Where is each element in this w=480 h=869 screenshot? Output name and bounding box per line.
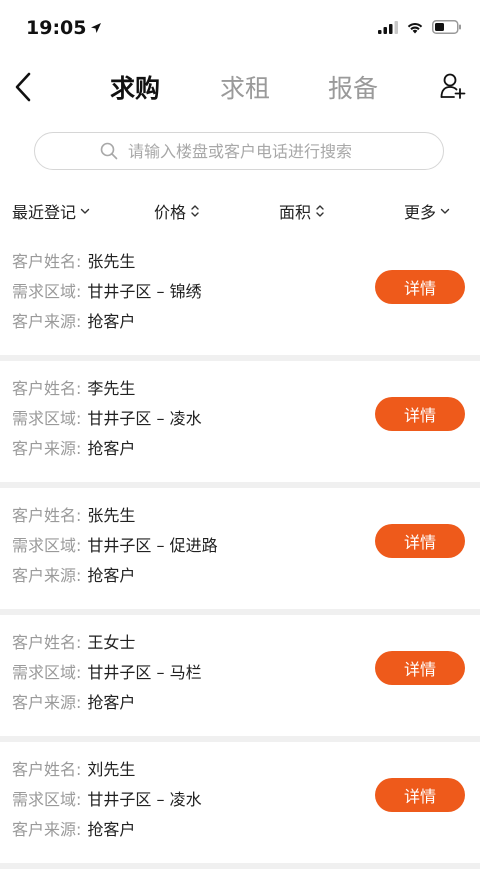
tab-rent[interactable]: 求租 — [220, 69, 270, 105]
detail-button[interactable]: 详情 — [375, 397, 465, 431]
customer-source-label: 客户来源: — [12, 439, 82, 458]
customer-name-label: 客户姓名: — [12, 633, 82, 652]
customer-source: 抢客户 — [87, 312, 136, 331]
customer-source-label: 客户来源: — [12, 566, 82, 585]
tab-buy[interactable]: 求购 — [110, 69, 160, 105]
customer-name: 李先生 — [87, 379, 136, 398]
customer-name-label: 客户姓名: — [12, 760, 82, 779]
customer-name-row: 客户姓名: 张先生 — [12, 248, 135, 272]
customer-source-row: 客户来源: 抢客户 — [12, 435, 135, 459]
customer-name: 刘先生 — [87, 760, 136, 779]
filter-recent-registered[interactable]: 最近登记 — [12, 199, 90, 223]
customer-name-label: 客户姓名: — [12, 252, 82, 271]
customer-source: 抢客户 — [87, 566, 136, 585]
customer-card: 客户姓名: 李先生 需求区域: 甘井子区 – 凌水 客户来源: 抢客户 详情 — [0, 361, 480, 488]
filter-recent-label: 最近登记 — [12, 203, 77, 222]
filter-area[interactable]: 面积 — [279, 199, 325, 223]
customer-name: 王女士 — [87, 633, 136, 652]
status-time-text: 19:05 — [26, 17, 87, 39]
demand-area-label: 需求区域: — [12, 790, 82, 809]
tab-report[interactable]: 报备 — [328, 69, 378, 105]
search-box[interactable] — [34, 132, 444, 170]
demand-area-row: 需求区域: 甘井子区 – 凌水 — [12, 405, 202, 429]
back-arrow-icon[interactable] — [10, 70, 34, 104]
demand-area-label: 需求区域: — [12, 663, 82, 682]
filter-price-label: 价格 — [154, 203, 187, 222]
demand-area-label: 需求区域: — [12, 536, 82, 555]
top-nav: 求购 求租 报备 — [0, 60, 480, 114]
customer-card: 客户姓名: 张先生 需求区域: 甘井子区 – 促进路 客户来源: 抢客户 详情 — [0, 488, 480, 615]
detail-button[interactable]: 详情 — [375, 651, 465, 685]
customer-source-row: 客户来源: 抢客户 — [12, 689, 135, 713]
demand-area-row: 需求区域: 甘井子区 – 促进路 — [12, 532, 218, 556]
detail-button[interactable]: 详情 — [375, 778, 465, 812]
sort-icon — [191, 205, 199, 217]
filter-bar: 最近登记 价格 面积 更多 — [0, 194, 480, 226]
demand-area: 甘井子区 – 凌水 — [87, 790, 202, 809]
chevron-down-icon — [440, 208, 450, 214]
demand-area: 甘井子区 – 凌水 — [87, 409, 202, 428]
status-bar: 19:05 — [0, 0, 480, 60]
customer-card: 客户姓名: 张先生 需求区域: 甘井子区 – 锦绣 客户来源: 抢客户 详情 — [0, 234, 480, 361]
customer-name-label: 客户姓名: — [12, 506, 82, 525]
customer-source-label: 客户来源: — [12, 693, 82, 712]
detail-button[interactable]: 详情 — [375, 270, 465, 304]
filter-area-label: 面积 — [279, 203, 312, 222]
sort-icon — [316, 205, 324, 217]
customer-source-label: 客户来源: — [12, 312, 82, 331]
wifi-icon — [407, 22, 423, 33]
location-arrow-icon — [91, 23, 102, 33]
demand-area-row: 需求区域: 甘井子区 – 锦绣 — [12, 278, 202, 302]
customer-source: 抢客户 — [87, 820, 136, 839]
status-icons — [378, 20, 462, 34]
customer-source: 抢客户 — [87, 439, 136, 458]
customer-card: 客户姓名: 王女士 需求区域: 甘井子区 – 马栏 客户来源: 抢客户 详情 — [0, 615, 480, 742]
search-input[interactable] — [128, 141, 378, 161]
customer-name: 张先生 — [87, 506, 136, 525]
detail-button[interactable]: 详情 — [375, 524, 465, 558]
customer-source-row: 客户来源: 抢客户 — [12, 308, 135, 332]
search-icon — [100, 142, 118, 160]
customer-name-row: 客户姓名: 刘先生 — [12, 756, 135, 780]
customer-name-row: 客户姓名: 李先生 — [12, 375, 135, 399]
battery-icon — [432, 20, 461, 34]
customer-name-label: 客户姓名: — [12, 379, 82, 398]
demand-area: 甘井子区 – 马栏 — [87, 663, 202, 682]
chevron-down-icon — [80, 208, 90, 214]
add-user-icon[interactable] — [440, 72, 466, 100]
filter-more-label: 更多 — [404, 203, 437, 222]
customer-source-row: 客户来源: 抢客户 — [12, 562, 135, 586]
customer-list: 客户姓名: 张先生 需求区域: 甘井子区 – 锦绣 客户来源: 抢客户 详情 客… — [0, 234, 480, 869]
filter-more[interactable]: 更多 — [404, 199, 450, 223]
demand-area-label: 需求区域: — [12, 282, 82, 301]
demand-area-label: 需求区域: — [12, 409, 82, 428]
customer-name: 张先生 — [87, 252, 136, 271]
customer-name-row: 客户姓名: 王女士 — [12, 629, 135, 653]
customer-source: 抢客户 — [87, 693, 136, 712]
customer-name-row: 客户姓名: 张先生 — [12, 502, 135, 526]
status-time: 19:05 — [26, 17, 102, 39]
customer-source-row: 客户来源: 抢客户 — [12, 816, 135, 840]
customer-card: 客户姓名: 刘先生 需求区域: 甘井子区 – 凌水 客户来源: 抢客户 详情 — [0, 742, 480, 869]
demand-area: 甘井子区 – 促进路 — [87, 536, 218, 555]
demand-area-row: 需求区域: 甘井子区 – 凌水 — [12, 786, 202, 810]
demand-area-row: 需求区域: 甘井子区 – 马栏 — [12, 659, 202, 683]
customer-source-label: 客户来源: — [12, 820, 82, 839]
demand-area: 甘井子区 – 锦绣 — [87, 282, 202, 301]
filter-price[interactable]: 价格 — [154, 199, 200, 223]
signal-icon — [378, 20, 398, 34]
